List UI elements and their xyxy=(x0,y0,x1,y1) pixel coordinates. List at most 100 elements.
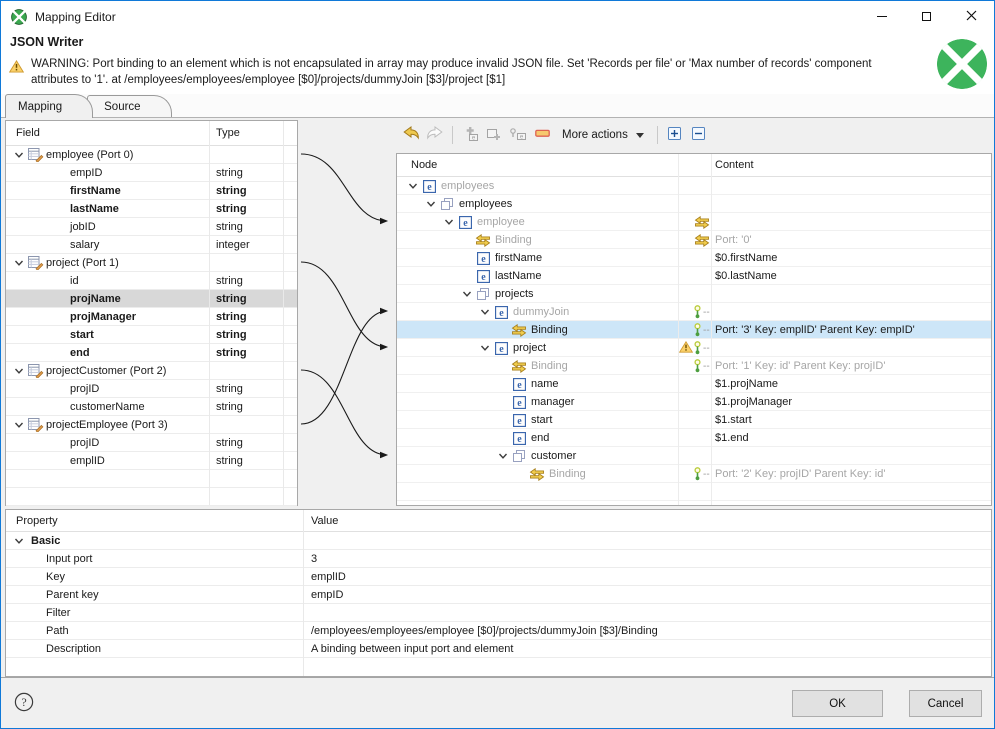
field-row[interactable]: project (Port 1) xyxy=(6,254,297,272)
tree-decorator-cell xyxy=(678,231,711,249)
tree-row[interactable]: employees xyxy=(397,195,991,213)
field-row[interactable]: projIDstring xyxy=(6,380,297,398)
tree-row[interactable]: Binding--Port: '1' Key: id' Parent Key: … xyxy=(397,357,991,375)
field-type: string xyxy=(209,437,283,449)
field-row[interactable]: salaryinteger xyxy=(6,236,297,254)
chevron-down-icon[interactable] xyxy=(11,418,27,432)
tree-node-cell: edummyJoin xyxy=(397,305,678,319)
cancel-button[interactable]: Cancel xyxy=(909,690,982,717)
empty-row xyxy=(6,470,297,488)
tab-source-label: Source xyxy=(104,101,140,113)
chevron-down-icon[interactable] xyxy=(477,305,493,319)
field-type: string xyxy=(209,185,283,197)
expand-all-button[interactable] xyxy=(663,123,687,147)
field-type: string xyxy=(209,167,283,179)
ok-button[interactable]: OK xyxy=(792,690,883,717)
tree-node-cell: employees xyxy=(397,197,678,211)
tab-mapping[interactable]: Mapping xyxy=(5,94,93,118)
output-tree: Node Content eemployeesemployeeseemploye… xyxy=(396,153,992,506)
undo-button[interactable] xyxy=(399,123,423,147)
chevron-down-icon[interactable] xyxy=(477,341,493,355)
property-row[interactable]: DescriptionA binding between input port … xyxy=(6,640,991,658)
chevron-down-icon[interactable] xyxy=(423,197,439,211)
remove-button[interactable] xyxy=(530,123,554,147)
property-row[interactable]: Input port3 xyxy=(6,550,991,568)
maximize-button[interactable] xyxy=(904,1,949,32)
field-row[interactable]: lastNamestring xyxy=(6,200,297,218)
field-row[interactable]: projIDstring xyxy=(6,434,297,452)
object-icon xyxy=(439,197,455,211)
more-actions-button[interactable]: More actions xyxy=(554,123,652,147)
tree-content-cell: $0.lastName xyxy=(711,270,991,282)
tree-row[interactable]: eend$1.end xyxy=(397,429,991,447)
tree-row[interactable]: emanager$1.projManager xyxy=(397,393,991,411)
property-name-cell: Filter xyxy=(6,607,303,619)
tree-node-cell: Binding xyxy=(397,323,678,337)
chevron-down-icon[interactable] xyxy=(11,256,27,270)
field-name-cell: firstName xyxy=(6,185,209,197)
field-row[interactable]: employee (Port 0) xyxy=(6,146,297,164)
tree-row[interactable]: eemployees xyxy=(397,177,991,195)
mapping-arrow xyxy=(301,154,387,221)
property-name-cell: Description xyxy=(6,643,303,655)
property-row[interactable]: Basic xyxy=(6,532,991,550)
tree-row[interactable]: eemployee xyxy=(397,213,991,231)
property-row[interactable]: Parent keyempID xyxy=(6,586,991,604)
field-name-cell: salary xyxy=(6,239,209,251)
element-icon: e xyxy=(511,395,527,409)
tree-row[interactable]: efirstName$0.firstName xyxy=(397,249,991,267)
decorator-dashes: -- xyxy=(703,307,710,318)
property-label: Parent key xyxy=(46,589,99,601)
tree-row[interactable]: edummyJoin -- xyxy=(397,303,991,321)
chevron-down-icon[interactable] xyxy=(11,534,27,548)
field-row[interactable]: idstring xyxy=(6,272,297,290)
tree-row[interactable]: eproject-- xyxy=(397,339,991,357)
tree-row[interactable]: elastName$0.lastName xyxy=(397,267,991,285)
close-icon xyxy=(966,10,977,24)
tree-row[interactable]: BindingPort: '0' xyxy=(397,231,991,249)
tree-decorator-cell: -- xyxy=(678,339,711,357)
decorator-dashes: -- xyxy=(703,469,710,480)
field-row[interactable]: jobIDstring xyxy=(6,218,297,236)
field-row[interactable]: endstring xyxy=(6,344,297,362)
field-row[interactable]: projManagerstring xyxy=(6,308,297,326)
field-row[interactable]: projectCustomer (Port 2) xyxy=(6,362,297,380)
tree-row[interactable]: customer xyxy=(397,447,991,465)
chevron-down-icon[interactable] xyxy=(495,449,511,463)
tree-row[interactable]: estart$1.start xyxy=(397,411,991,429)
element-icon: e xyxy=(421,179,437,193)
field-row[interactable]: customerNamestring xyxy=(6,398,297,416)
collapse-all-button[interactable] xyxy=(687,123,711,147)
property-row[interactable]: Path/employees/employees/employee [$0]/p… xyxy=(6,622,991,640)
svg-text:?: ? xyxy=(21,695,26,709)
decorator-dashes: -- xyxy=(703,325,710,336)
field-row[interactable]: projNamestring xyxy=(6,290,297,308)
chevron-down-icon[interactable] xyxy=(441,215,457,229)
tree-row[interactable]: Binding--Port: '2' Key: projID' Parent K… xyxy=(397,465,991,483)
help-button[interactable]: ? xyxy=(14,692,34,712)
tree-node-label: employees xyxy=(459,198,512,210)
tree-row[interactable]: ename$1.projName xyxy=(397,375,991,393)
tab-source[interactable]: Source xyxy=(87,95,171,117)
chevron-down-icon[interactable] xyxy=(405,179,421,193)
field-row[interactable]: empIDstring xyxy=(6,164,297,182)
field-label: start xyxy=(70,329,94,341)
property-row[interactable]: Filter xyxy=(6,604,991,622)
field-row[interactable]: firstNamestring xyxy=(6,182,297,200)
field-row[interactable]: emplIDstring xyxy=(6,452,297,470)
button-bar: ? OK Cancel xyxy=(1,677,994,728)
svg-text:e: e xyxy=(517,416,522,427)
property-row[interactable]: KeyemplID xyxy=(6,568,991,586)
chevron-down-icon[interactable] xyxy=(459,287,475,301)
field-name-cell: start xyxy=(6,329,209,341)
tree-content-cell: Port: '1' Key: id' Parent Key: projID' xyxy=(711,360,991,372)
chevron-down-icon[interactable] xyxy=(11,364,27,378)
tree-row[interactable]: Binding--Port: '3' Key: emplID' Parent K… xyxy=(397,321,991,339)
close-button[interactable] xyxy=(949,1,994,32)
tree-row[interactable]: projects xyxy=(397,285,991,303)
minimize-button[interactable] xyxy=(859,1,904,32)
property-value: A binding between input port and element xyxy=(303,643,991,655)
chevron-down-icon[interactable] xyxy=(11,148,27,162)
field-row[interactable]: startstring xyxy=(6,326,297,344)
field-row[interactable]: projectEmployee (Port 3) xyxy=(6,416,297,434)
